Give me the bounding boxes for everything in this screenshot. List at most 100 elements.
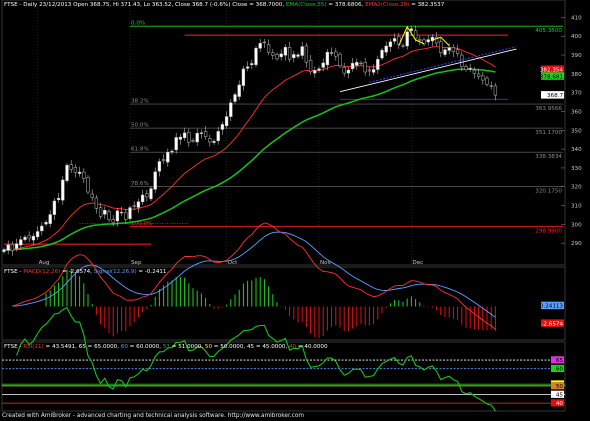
fib-level-price: 351.1700 [535,130,562,136]
fib-level-percent: 38.2% [131,99,149,105]
candle-body [119,211,124,214]
rsi-level-tag: 40 [556,401,564,407]
candle-body [476,73,481,77]
fib-level-price: 338.3834 [535,154,562,160]
candle-body [245,66,250,69]
candle-body [140,194,145,203]
price-panel-title-part: EMA(Close,55) [286,2,327,8]
rsi-panel-title-part: = 40.0000 [296,344,328,350]
candle-body [61,179,65,201]
candle-body [14,243,19,249]
rsi-panel-title-part: RSI(21) [23,344,44,350]
macd-panel-title-part: Signal(12,26,9) [94,269,137,275]
fib-level-price: 298.9900 [535,228,562,234]
candle-body [73,167,78,173]
candle-body [187,132,191,143]
rsi-panel-title-part: = 51.0000, [170,344,205,350]
candle-body [367,69,372,72]
price-axis-label: 380 [571,72,582,78]
candle-body [94,197,99,209]
candle-body [19,239,23,246]
candle-body [77,171,82,174]
candle-body [464,66,468,70]
price-panel-title-part: FTSE - Daily 23/12/2013 Open 368.75, Hi … [4,2,286,8]
candle-body [10,243,15,251]
rsi-panel-title-part: = 45.0000, [254,344,289,350]
chart-canvas: 290 300 310 320 330 340 350 360 370 380 390 400 410 A… [1,0,582,412]
candle-body [355,62,359,66]
candle-body [31,235,36,241]
fib-level-percent: 61.8% [131,147,149,153]
candle-body [111,219,115,223]
candle-body [254,48,258,66]
candle-body [237,84,241,97]
candle-body [208,138,212,143]
candle-body [334,51,338,57]
candle-body [258,43,262,49]
candle-body [451,46,456,53]
candle-body [212,141,216,143]
candle-body [350,63,355,70]
candle-body [308,59,313,73]
candle-body [426,39,430,43]
fib-level-percent: 78.6% [131,181,149,187]
candle-body [313,70,317,74]
rsi-level-tag: 60 [556,367,564,373]
rsi-panel-title-part: = 65.0000, [86,344,121,350]
macd-value-tag: -2.6574 [541,321,563,327]
macd-value-tag: -0.24113 [538,304,564,310]
candle-body [182,132,187,138]
price-axis-label: 390 [571,53,582,59]
candle-body [216,131,220,141]
price-axis-label: 400 [571,34,582,40]
rsi-panel-title-part: = 50.0000, [212,344,247,350]
candle-body [27,235,31,239]
candle-body [493,85,498,96]
candle-body [52,200,57,215]
macd-panel-title-part: FTSE - [4,269,23,275]
candle-body [157,161,162,172]
candle-body [199,132,204,134]
candle-body [279,53,283,58]
candle-body [384,45,388,53]
month-axis-label: Sep [131,260,142,266]
candle-body [44,222,48,225]
candle-body [6,244,10,251]
candle-body [296,54,300,57]
price-panel-title-part: EMA2(Close,20) [365,2,409,8]
fib-level-percent: 50.0% [131,123,149,129]
candle-body [23,236,27,240]
candle-body [329,52,334,54]
candle-body [69,164,73,170]
candle-body [439,41,443,53]
rsi-level-tag: 65 [556,358,564,364]
rsi-level-tag: 50 [556,384,564,390]
candle-body [283,47,288,56]
candle-body [203,131,208,137]
candle-body [455,49,460,54]
candle-body [98,207,103,217]
candle-body [338,53,342,67]
candle-body [262,41,267,44]
price-value-tag: 378.681 [540,74,564,80]
candle-body [405,31,409,47]
candle-body [460,54,464,67]
candle-body [149,188,153,200]
price-axis-label: 340 [571,147,582,153]
price-axis-label: 370 [571,91,582,97]
candle-body [115,210,120,222]
candle-body [178,136,183,140]
candle-body [317,68,321,71]
candle-body [271,52,275,56]
candle-body [241,68,246,86]
panel-frame-3 [1,341,566,412]
macd-panel-title: FTSE - MACD(12,26) = -2.6574, Signal(12,… [4,269,167,275]
rsi-panel-title-part: = 43.5491, [44,344,79,350]
candle-body [170,150,174,153]
fib-level-price: 363.9566 [535,106,562,112]
candle-body [90,193,94,198]
rsi-level-tag: 45 [556,393,564,399]
candle-body [418,39,422,41]
candle-body [266,44,271,53]
candle-body [443,49,447,55]
